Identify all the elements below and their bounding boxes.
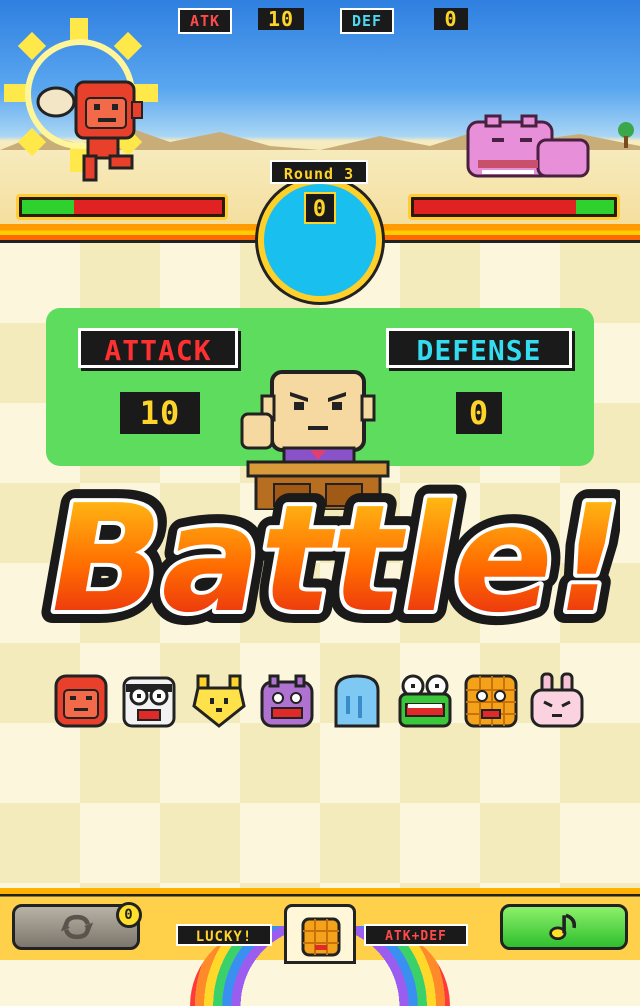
pink-bunny-icon	[530, 672, 584, 728]
attack-label: ATTACK	[78, 328, 238, 368]
purple-hippo-icon	[260, 674, 314, 728]
lucky-label: LUCKY!	[176, 924, 272, 946]
hud-attack-label: ATK	[178, 8, 232, 34]
red-monkey-icon	[54, 674, 108, 728]
atk-def-label: ATK+DEF	[364, 924, 468, 946]
defense-label: DEFENSE	[386, 328, 572, 368]
battle-title-text: Battle!	[35, 482, 620, 642]
player-health-bar	[16, 194, 228, 220]
swap-count-badge: 0	[116, 902, 142, 928]
center-card-button[interactable]	[284, 904, 356, 964]
attack-value: 10	[120, 392, 200, 434]
tree-icon	[618, 122, 634, 148]
battle-title: Battle! Battle!	[22, 482, 620, 642]
orange-waffle-icon	[464, 674, 518, 728]
yellow-bird-icon	[192, 674, 246, 728]
red-monkey-fighter-icon	[36, 80, 143, 182]
hud-defense-value: 0	[434, 8, 468, 30]
enemy-health-bar	[408, 194, 620, 220]
pink-hippo-fighter-icon	[466, 114, 590, 178]
player-health-fill	[22, 200, 74, 214]
enemy-health-fill	[576, 200, 614, 214]
hud-defense-label: DEF	[340, 8, 394, 34]
music-note-icon	[549, 913, 577, 941]
music-button[interactable]	[500, 904, 628, 950]
blue-ghost-icon	[334, 674, 380, 728]
swap-icon	[60, 914, 94, 940]
fighter-roster	[52, 672, 592, 736]
defense-value: 0	[456, 392, 502, 434]
waffle-card-icon	[301, 917, 341, 957]
round-label: Round 3	[270, 160, 368, 184]
green-frog-icon	[398, 674, 452, 728]
round-counter: 0	[304, 192, 336, 224]
glasses-face-icon	[122, 676, 176, 728]
hud-attack-value: 10	[258, 8, 304, 30]
